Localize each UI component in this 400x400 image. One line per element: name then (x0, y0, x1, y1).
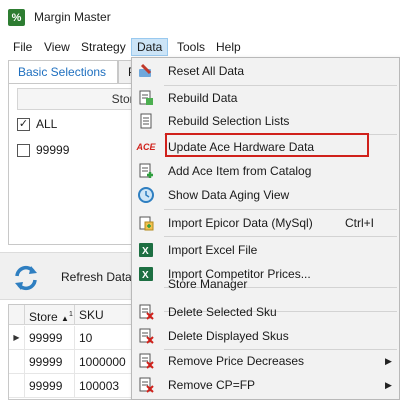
menu-item-label: Remove CP=FP (168, 378, 256, 392)
menu-file[interactable]: File (8, 38, 37, 56)
menu-item-rebuild-selection-lists[interactable]: Rebuild Selection Lists (132, 109, 399, 133)
menu-item-remove-cp-fp[interactable]: Remove CP=FP ▶ (132, 373, 399, 397)
ace-logo-text: ACE (136, 142, 156, 152)
store-row-label: 99999 (36, 143, 70, 157)
menu-tools[interactable]: Tools (172, 38, 210, 56)
menu-separator (164, 236, 397, 237)
menu-item-label: Store Manager (168, 277, 248, 291)
menu-help[interactable]: Help (211, 38, 246, 56)
menu-item-label: Remove Price Decreases (168, 354, 305, 368)
row-header-corner (9, 305, 25, 325)
cell-store[interactable]: 99999 (25, 326, 75, 350)
menu-item-delete-displayed-skus[interactable]: Delete Displayed Skus (132, 324, 399, 348)
remove-cp-icon (137, 376, 155, 394)
excel-icon: X (137, 241, 155, 259)
ace-logo-icon: ACE (136, 138, 156, 156)
column-store-label: Store (29, 310, 58, 324)
row-marker (9, 350, 25, 374)
highlight-annotation-box (165, 133, 369, 157)
reset-data-icon (137, 62, 155, 80)
menu-item-label: Reset All Data (168, 64, 245, 78)
current-row-icon: ▶ (9, 326, 25, 350)
menu-item-label: Show Data Aging View (168, 188, 290, 202)
submenu-arrow-icon: ▶ (385, 379, 392, 390)
menu-item-rebuild-data[interactable]: Rebuild Data (132, 86, 399, 110)
title-bar: % Margin Master (0, 0, 400, 34)
menu-item-store-manager[interactable]: Store Manager (132, 277, 399, 301)
cell-store[interactable]: 99999 (25, 350, 75, 374)
delete-skus-icon (137, 327, 155, 345)
menu-item-show-data-aging-view[interactable]: Show Data Aging View (132, 183, 399, 207)
refresh-data-button[interactable]: Refresh Data (6, 257, 134, 297)
checkbox-checked-icon[interactable]: ✓ (17, 117, 30, 131)
store-row-label: ALL (36, 117, 58, 131)
menu-data[interactable]: Data (131, 38, 169, 56)
menu-item-import-epicor-data[interactable]: Import Epicor Data (MySql) Ctrl+I (132, 211, 399, 235)
sort-order: 1 (68, 311, 73, 318)
tab-basic-selections[interactable]: Basic Selections (8, 60, 118, 84)
menu-item-label: Delete Selected Sku (168, 305, 277, 319)
rebuild-lists-icon (137, 112, 155, 130)
remove-price-icon (137, 352, 155, 370)
menu-item-label: Add Ace Item from Catalog (168, 164, 312, 178)
app-icon: % (8, 9, 25, 26)
menu-item-import-excel-file[interactable]: X Import Excel File (132, 238, 399, 262)
refresh-icon (15, 265, 37, 291)
menu-item-add-ace-item[interactable]: Add Ace Item from Catalog (132, 159, 399, 183)
store-row-99999[interactable]: 99999 (17, 140, 69, 160)
aging-view-icon (137, 186, 155, 204)
column-store[interactable]: Store ▲1 (25, 305, 75, 325)
menu-item-label: Delete Displayed Skus (168, 329, 289, 343)
menu-view[interactable]: View (39, 38, 75, 56)
menu-item-shortcut: Ctrl+I (345, 216, 375, 230)
window-title: Margin Master (34, 10, 111, 24)
refresh-label: Refresh Data (61, 270, 132, 284)
submenu-arrow-icon: ▶ (385, 355, 392, 366)
rebuild-data-icon (137, 89, 155, 107)
menu-item-delete-selected-sku[interactable]: Delete Selected Sku (132, 300, 399, 324)
menu-strategy[interactable]: Strategy (76, 38, 131, 56)
delete-sku-icon (137, 303, 155, 321)
row-marker (9, 374, 25, 398)
menu-separator (164, 209, 397, 210)
cell-store[interactable]: 99999 (25, 374, 75, 398)
menu-item-label: Rebuild Selection Lists (168, 114, 290, 128)
menu-item-remove-price-decreases[interactable]: Remove Price Decreases ▶ (132, 349, 399, 373)
menu-item-label: Rebuild Data (168, 91, 238, 105)
checkbox-unchecked-icon[interactable] (17, 143, 30, 157)
data-menu: Reset All Data Rebuild Data Rebuild Sele… (131, 57, 400, 400)
menu-item-label: Import Excel File (168, 243, 258, 257)
menu-bar: File View Strategy Data Tools Help (0, 35, 400, 57)
menu-item-reset-all-data[interactable]: Reset All Data (132, 59, 399, 83)
menu-item-label: Import Epicor Data (MySql) (168, 216, 313, 230)
sort-ascending-icon: ▲ (61, 314, 69, 323)
add-item-icon (137, 162, 155, 180)
store-row-all[interactable]: ✓ ALL (17, 114, 57, 134)
import-epicor-icon (137, 214, 155, 232)
svg-text:X: X (142, 246, 149, 257)
